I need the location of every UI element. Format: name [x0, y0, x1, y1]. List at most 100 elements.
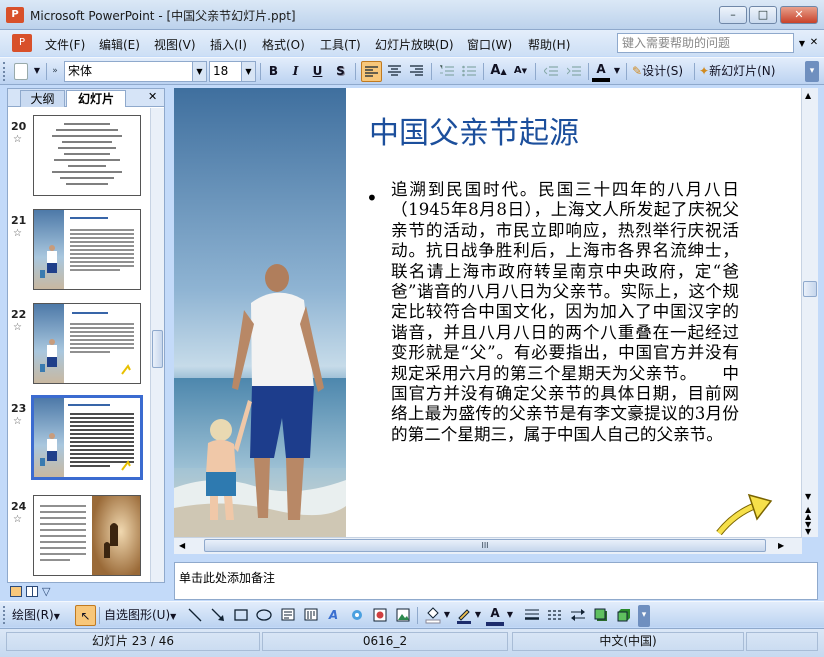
font-name-select[interactable]: 宋体 ▼ — [64, 61, 207, 82]
design-button[interactable]: ✎设计(S) — [632, 61, 683, 82]
new-document-icon[interactable] — [14, 63, 28, 80]
pane-close-button[interactable]: ✕ — [148, 90, 157, 103]
align-right-button[interactable] — [406, 61, 427, 82]
menu-file[interactable]: 文件(F) — [45, 36, 85, 53]
select-objects-button[interactable]: ↖ — [75, 605, 96, 626]
text-color-button[interactable]: A — [486, 605, 504, 626]
menu-insert[interactable]: 插入(I) — [210, 36, 247, 53]
scroll-thumb[interactable] — [803, 281, 817, 297]
text-color-dropdown-icon[interactable]: ▼ — [506, 605, 514, 626]
next-slide-icon[interactable]: ▼ ▼ — [805, 521, 811, 536]
normal-view-icon[interactable] — [10, 586, 22, 597]
thumbnail-slide-22[interactable] — [33, 303, 141, 384]
toolbar-grip[interactable] — [3, 62, 7, 81]
fill-dropdown-icon[interactable]: ▼ — [443, 605, 451, 626]
scroll-left-icon[interactable]: ◀ — [179, 541, 185, 550]
menu-format[interactable]: 格式(O) — [262, 36, 305, 53]
menu-edit[interactable]: 编辑(E) — [99, 36, 140, 53]
underline-button[interactable]: U — [307, 61, 328, 82]
scroll-up-icon[interactable]: ▲ — [805, 91, 811, 100]
menu-help[interactable]: 帮助(H) — [528, 36, 570, 53]
line-style-button[interactable] — [521, 605, 542, 626]
line-color-dropdown-icon[interactable]: ▼ — [474, 605, 482, 626]
arrow-style-button[interactable] — [567, 605, 588, 626]
menu-slideshow[interactable]: 幻灯片放映(D) — [375, 36, 454, 53]
textbox-tool-button[interactable] — [277, 605, 298, 626]
toolbar-options-icon[interactable]: ▾ — [638, 605, 650, 627]
decrease-indent-button[interactable] — [540, 61, 561, 82]
menu-window[interactable]: 窗口(W) — [467, 36, 512, 53]
slide-sorter-view-icon[interactable] — [26, 586, 38, 597]
decrease-font-button[interactable]: A▼ — [510, 61, 531, 82]
slide-title[interactable]: 中国父亲节起源 — [369, 108, 579, 152]
help-dropdown-icon[interactable]: ▼ — [795, 37, 809, 51]
slideshow-view-icon[interactable]: ▽ — [42, 585, 50, 598]
italic-button[interactable]: I — [285, 61, 306, 82]
wordart-button[interactable]: A — [323, 605, 344, 626]
minimize-button[interactable]: – — [719, 6, 747, 24]
arrow-tool-button[interactable] — [207, 605, 228, 626]
rectangle-tool-button[interactable] — [230, 605, 251, 626]
thumbnail-slide-20[interactable] — [33, 115, 141, 196]
tab-slides[interactable]: 幻灯片 — [66, 90, 126, 107]
new-dropdown-icon[interactable]: ▼ — [32, 61, 42, 82]
increase-indent-button[interactable] — [563, 61, 584, 82]
align-left-button[interactable] — [361, 61, 382, 82]
insert-picture-button[interactable] — [392, 605, 413, 626]
chevron-down-icon[interactable]: ▼ — [241, 62, 255, 81]
slide-canvas[interactable]: 中国父亲节起源 • 追溯到民国时代。民国三十四年的八月八日（1945年8月8日）… — [174, 88, 802, 537]
scroll-right-icon[interactable]: ▶ — [778, 541, 784, 550]
toolbar-options-icon[interactable]: ▾ — [805, 61, 819, 82]
clipart-button[interactable] — [369, 605, 390, 626]
slide-body-text[interactable]: 追溯到民国时代。民国三十四年的八月八日（1945年8月8日），上海文人所发起了庆… — [391, 180, 739, 445]
help-search-input[interactable]: 键入需要帮助的问题 — [617, 33, 794, 53]
shadow-style-button[interactable] — [590, 605, 611, 626]
font-color-button[interactable]: A — [592, 61, 610, 82]
font-size-select[interactable]: 18 ▼ — [209, 61, 256, 82]
font-color-dropdown-icon[interactable]: ▼ — [612, 61, 622, 82]
shadow-button[interactable]: S — [330, 61, 351, 82]
thumbnail-slide-21[interactable] — [33, 209, 141, 290]
toolbar-chevron-icon[interactable]: » — [50, 61, 60, 82]
diagram-button[interactable] — [346, 605, 367, 626]
oval-tool-button[interactable] — [253, 605, 274, 626]
toolbar-grip[interactable] — [3, 606, 7, 624]
line-tool-button[interactable] — [184, 605, 205, 626]
menu-tools[interactable]: 工具(T) — [320, 36, 361, 53]
fill-color-button[interactable] — [422, 605, 443, 626]
clipart-icon — [373, 608, 386, 622]
slide-number: 22 — [11, 308, 27, 321]
scroll-thumb[interactable] — [152, 330, 163, 368]
draw-menu-button[interactable]: 绘图(R)▼ — [12, 605, 60, 626]
hscroll-thumb[interactable]: III — [204, 539, 766, 552]
close-button[interactable]: ✕ — [780, 6, 818, 24]
bold-button[interactable]: B — [263, 61, 284, 82]
line-color-button[interactable] — [453, 605, 474, 626]
slide-horizontal-scrollbar[interactable]: ◀ III ▶ — [174, 537, 802, 554]
align-center-button[interactable] — [384, 61, 405, 82]
separator — [694, 63, 695, 80]
new-slide-button[interactable]: ✦新幻灯片(N) — [699, 61, 775, 82]
menu-view[interactable]: 视图(V) — [154, 36, 196, 53]
increase-font-button[interactable]: A▲ — [488, 61, 509, 82]
thumbnails-scrollbar[interactable] — [150, 108, 164, 582]
thumbnail-slide-23[interactable] — [31, 395, 143, 480]
vertical-textbox-button[interactable] — [300, 605, 321, 626]
document-icon[interactable]: P — [12, 34, 32, 52]
maximize-button[interactable]: □ — [749, 6, 777, 24]
previous-slide-icon[interactable]: ▲ ▲ — [805, 506, 811, 521]
notes-pane[interactable]: 单击此处添加备注 — [174, 562, 818, 600]
chevron-down-icon[interactable]: ▼ — [192, 62, 206, 81]
status-bar: 幻灯片 23 / 46 0616_2 中文(中国) — [0, 628, 824, 657]
slide-vertical-scrollbar[interactable]: ▲ ▼ ▲ ▲ ▼ ▼ — [801, 88, 818, 537]
dash-style-button[interactable] — [544, 605, 565, 626]
tab-outline[interactable]: 大纲 — [20, 90, 65, 107]
numbering-button[interactable] — [436, 61, 457, 82]
thumbnail-slide-24[interactable] — [33, 495, 141, 576]
close-document-button[interactable]: ✕ — [808, 36, 820, 50]
3d-style-button[interactable] — [613, 605, 634, 626]
scroll-down-icon[interactable]: ▼ — [805, 492, 811, 501]
arrow-style-icon — [570, 609, 585, 621]
autoshapes-button[interactable]: 自选图形(U)▼ — [104, 605, 176, 626]
bullets-button[interactable] — [458, 61, 479, 82]
